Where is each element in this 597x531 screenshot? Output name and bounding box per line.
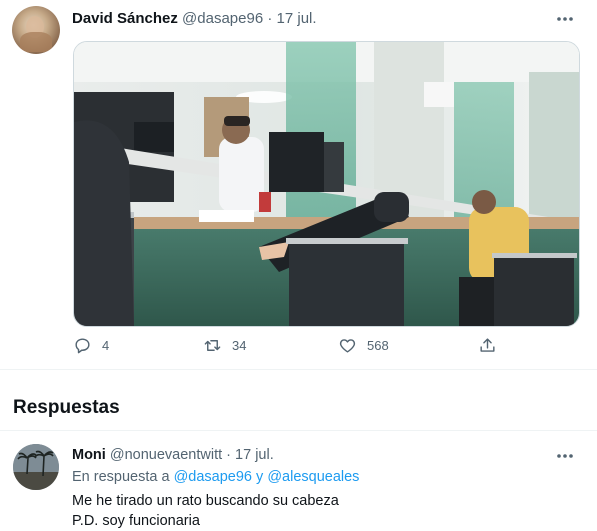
- author-name[interactable]: David Sánchez: [72, 10, 178, 27]
- mention-link[interactable]: @dasape96: [174, 469, 252, 485]
- more-horizontal-icon[interactable]: [555, 11, 575, 27]
- tweet-date[interactable]: 17 jul.: [277, 10, 317, 27]
- more-horizontal-icon[interactable]: [555, 448, 575, 464]
- tweet-actions: 4 34 568: [0, 336, 597, 360]
- like-count: 568: [367, 338, 389, 353]
- section-title: Respuestas: [13, 397, 120, 418]
- retweet-button[interactable]: 34: [203, 336, 246, 355]
- retweet-icon: [204, 340, 221, 351]
- reply-header: Moni @nonuevaentwitt · 17 jul.: [72, 447, 274, 463]
- reply-text-line: P.D. soy funcionaria: [72, 513, 200, 529]
- reply-text-line: Me he tirado un rato buscando su cabeza: [72, 493, 339, 509]
- tweet-header: David Sánchez @dasape96 · 17 jul.: [72, 10, 317, 27]
- avatar[interactable]: [12, 6, 60, 54]
- like-button[interactable]: 568: [338, 336, 389, 355]
- author-handle[interactable]: @dasape96: [182, 10, 263, 27]
- reply-date[interactable]: 17 jul.: [235, 447, 274, 463]
- separator: ·: [267, 10, 273, 27]
- reply-tweet[interactable]: Moni @nonuevaentwitt · 17 jul. En respue…: [0, 431, 597, 531]
- reply-icon: [75, 338, 90, 354]
- mention-conjunction: y: [256, 469, 264, 485]
- author-handle[interactable]: @nonuevaentwitt: [110, 447, 222, 463]
- mention-link[interactable]: @alesqueales: [267, 469, 359, 485]
- separator: ·: [226, 447, 231, 463]
- author-name[interactable]: Moni: [72, 447, 106, 463]
- office-scene-image: [74, 42, 579, 326]
- tweet-photo[interactable]: [73, 41, 580, 327]
- in-reply-to: En respuesta a @dasape96 y @alesqueales: [72, 469, 359, 485]
- main-tweet[interactable]: David Sánchez @dasape96 · 17 jul. 4 34 5…: [0, 0, 597, 370]
- reply-count: 4: [102, 338, 110, 353]
- reply-button[interactable]: 4: [73, 336, 109, 355]
- share-button[interactable]: [478, 336, 507, 355]
- reply-text: Me he tirado un rato buscando su cabeza …: [72, 491, 339, 531]
- retweet-count: 34: [232, 338, 247, 353]
- in-reply-prefix: En respuesta a: [72, 469, 170, 485]
- replies-section-header: Respuestas: [0, 370, 597, 431]
- share-icon: [480, 338, 495, 352]
- like-icon: [339, 339, 356, 353]
- avatar[interactable]: [13, 444, 59, 490]
